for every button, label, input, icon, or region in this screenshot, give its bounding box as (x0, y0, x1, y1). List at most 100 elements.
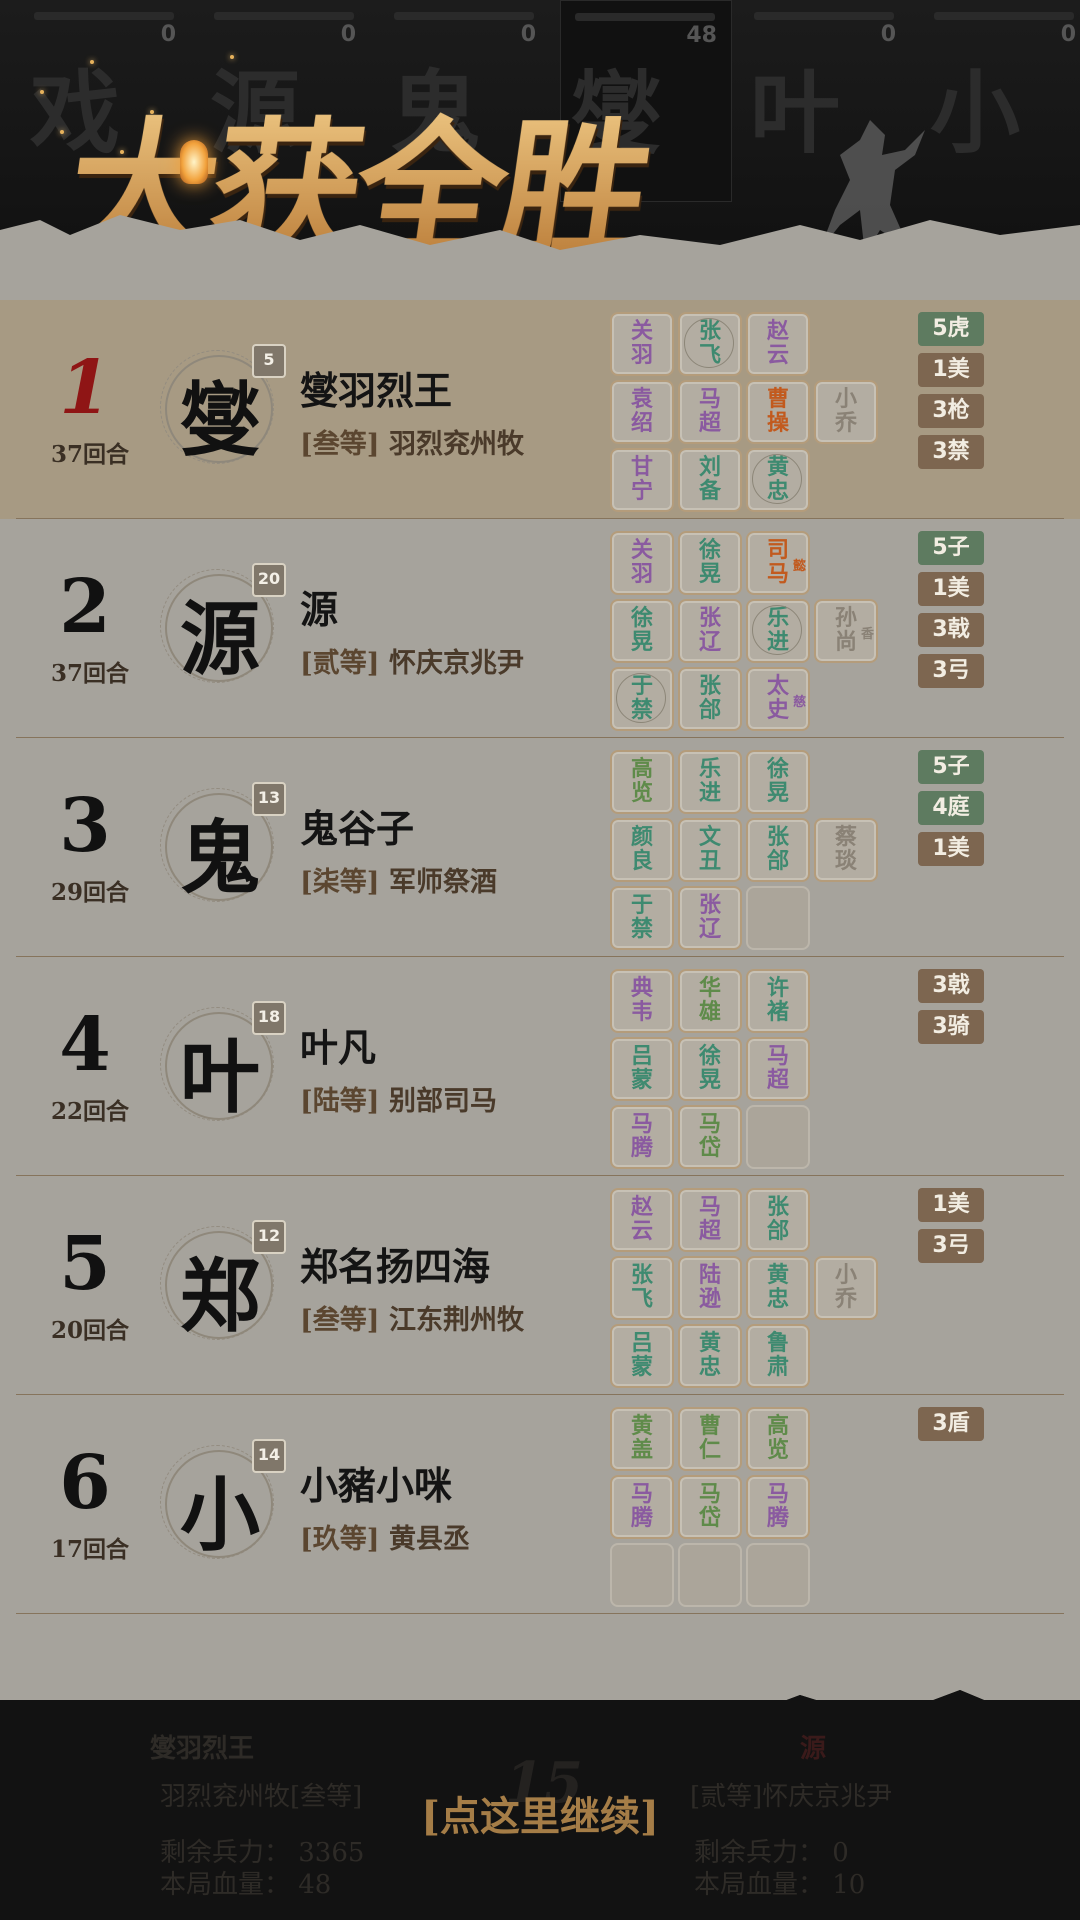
card-char-1: 小 (834, 1263, 857, 1288)
card-char-2: 超 (766, 1068, 789, 1093)
card-char-2: 仁 (698, 1438, 721, 1463)
general-card[interactable]: 小乔 (814, 1256, 878, 1320)
top-player-char: 小 (930, 60, 1020, 166)
general-card[interactable]: 张郃 (746, 818, 810, 882)
top-player-score: 0 (520, 22, 536, 47)
ranking-panel: 1 37回合燮 5 燮羽烈王 [叁等] 羽烈兖州牧关羽张飞赵云袁绍马超曹操小乔甘宁刘备黄… (0, 300, 1080, 1640)
player-office: 别部司马 (388, 1086, 497, 1117)
general-card[interactable]: 张辽 (678, 886, 742, 950)
card-char-2: 忠 (766, 1287, 789, 1312)
continue-button[interactable]: [点这里继续] (0, 1784, 1080, 1842)
card-char-1: 张 (630, 1263, 653, 1288)
general-card[interactable]: 赵云 (610, 1188, 674, 1252)
top-player-bar (214, 12, 354, 20)
player-name: 源 (300, 587, 339, 632)
card-char-2: 琰 (834, 849, 857, 874)
general-card[interactable]: 马腾 (746, 1475, 810, 1539)
general-card[interactable]: 典韦 (610, 969, 674, 1033)
card-char-1: 马 (766, 1044, 789, 1069)
combo-tag: 3骑 (918, 1010, 984, 1044)
general-card[interactable]: 孙尚香 (814, 599, 878, 663)
card-char-2: 辽 (698, 630, 721, 655)
lantern-icon (180, 140, 208, 184)
general-card[interactable]: 曹仁 (678, 1407, 742, 1471)
summary-left-name: 燮羽烈王 (150, 1734, 255, 1764)
card-char-2: 辽 (698, 917, 721, 942)
card-char-1: 马 (630, 1482, 653, 1507)
rounds-count: 29回合 (50, 879, 129, 906)
general-card[interactable]: 关羽 (610, 312, 674, 376)
general-card[interactable]: 乐进 (678, 750, 742, 814)
general-card[interactable]: 张郃 (746, 1188, 810, 1252)
general-card[interactable]: 马岱 (678, 1105, 742, 1169)
card-char-2: 郃 (698, 698, 721, 723)
general-card[interactable]: 张郃 (678, 667, 742, 731)
combo-tag: 3弓 (918, 1229, 984, 1263)
general-card[interactable]: 袁绍 (610, 380, 674, 444)
general-card[interactable]: 文丑 (678, 818, 742, 882)
general-card[interactable]: 吕蒙 (610, 1324, 674, 1388)
general-card[interactable]: 马腾 (610, 1105, 674, 1169)
player-title: [柒等] 军师祭酒 (300, 860, 497, 899)
general-cards: 典韦华雄许褚吕蒙徐晃马超马腾马岱 (610, 969, 880, 1169)
general-card[interactable]: 鲁肃 (746, 1324, 810, 1388)
card-char-1: 于 (630, 674, 653, 699)
general-card[interactable]: 徐晃 (678, 531, 742, 595)
card-char-2: 云 (630, 1219, 653, 1244)
card-char-1: 太 (766, 674, 789, 699)
card-char-1: 高 (630, 757, 653, 782)
general-card[interactable]: 许褚 (746, 969, 810, 1033)
combo-tag: 3枪 (918, 394, 984, 428)
empty-card-slot (678, 1543, 742, 1607)
general-card[interactable]: 黄忠 (746, 448, 810, 512)
general-card[interactable]: 蔡琰 (814, 818, 878, 882)
general-card[interactable]: 颜良 (610, 818, 674, 882)
card-char-2: 禁 (630, 698, 653, 723)
ranking-row: 6 17回合小 14 小豬小咪 [玖等] 黄县丞黄盖曹仁高览马腾马岱马腾 3盾 (0, 1395, 1080, 1614)
level-badge: 14 (252, 1439, 286, 1473)
general-card[interactable]: 吕蒙 (610, 1037, 674, 1101)
general-card[interactable]: 甘宁 (610, 448, 674, 512)
general-card[interactable]: 马超 (746, 1037, 810, 1101)
summary-left-hp: 本局血量： 48 (160, 1870, 332, 1900)
general-card[interactable]: 乐进 (746, 599, 810, 663)
card-char-1: 黄 (698, 1331, 721, 1356)
general-card[interactable]: 张飞 (678, 312, 742, 376)
rank-number: 4 (59, 1002, 111, 1088)
general-card[interactable]: 曹操 (746, 380, 810, 444)
general-card[interactable]: 高览 (610, 750, 674, 814)
general-card[interactable]: 徐晃 (746, 750, 810, 814)
general-card[interactable]: 张辽 (678, 599, 742, 663)
card-char-2: 晃 (766, 781, 789, 806)
general-card[interactable]: 张飞 (610, 1256, 674, 1320)
combo-tags: 3戟 3骑 (918, 969, 988, 1051)
general-card[interactable]: 司马懿 (746, 531, 810, 595)
card-char-1: 马 (630, 1112, 653, 1137)
general-card[interactable]: 徐晃 (678, 1037, 742, 1101)
general-card[interactable]: 黄忠 (678, 1324, 742, 1388)
level-badge: 5 (252, 344, 286, 378)
general-card[interactable]: 小乔 (814, 380, 878, 444)
general-card[interactable]: 黄盖 (610, 1407, 674, 1471)
general-card[interactable]: 刘备 (678, 448, 742, 512)
general-card[interactable]: 陆逊 (678, 1256, 742, 1320)
general-card[interactable]: 于禁 (610, 886, 674, 950)
general-card[interactable]: 太史慈 (746, 667, 810, 731)
card-char-2: 良 (630, 849, 653, 874)
general-card[interactable]: 华雄 (678, 969, 742, 1033)
general-card[interactable]: 于禁 (610, 667, 674, 731)
general-card[interactable]: 徐晃 (610, 599, 674, 663)
general-card[interactable]: 黄忠 (746, 1256, 810, 1320)
general-card[interactable]: 马超 (678, 380, 742, 444)
card-char-1: 鲁 (766, 1331, 789, 1356)
general-card[interactable]: 关羽 (610, 531, 674, 595)
top-player-bar (34, 12, 174, 20)
general-card[interactable]: 马岱 (678, 1475, 742, 1539)
card-char-1: 赵 (766, 319, 789, 344)
general-card[interactable]: 马超 (678, 1188, 742, 1252)
general-card[interactable]: 马腾 (610, 1475, 674, 1539)
general-card[interactable]: 高览 (746, 1407, 810, 1471)
general-card[interactable]: 赵云 (746, 312, 810, 376)
card-char-1: 张 (766, 825, 789, 850)
card-char-1: 于 (630, 893, 653, 918)
